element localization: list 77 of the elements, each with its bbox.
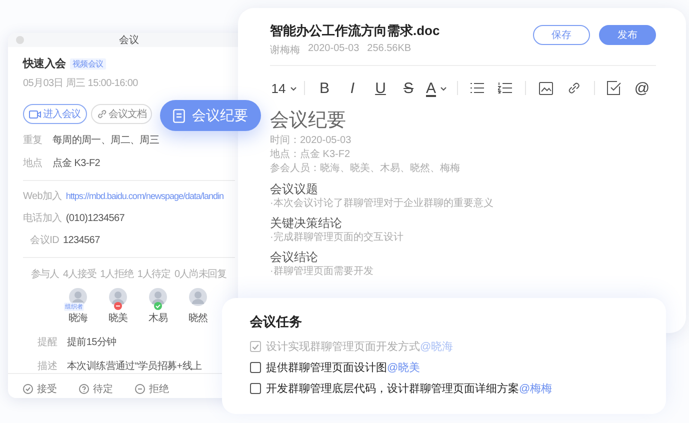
field-value: 每周的周一、周二、周三 <box>52 134 160 147</box>
document-icon <box>173 108 185 122</box>
question-circle-icon <box>79 384 89 394</box>
checkbox[interactable] <box>250 362 261 373</box>
meta-line: 时间：2020-05-03 <box>270 134 352 148</box>
document-heading: 会议纪要 <box>270 110 347 132</box>
section-heading: 会议议题 <box>270 182 319 196</box>
mention-button[interactable]: @ <box>628 78 656 98</box>
video-camera-icon <box>29 110 41 118</box>
chevron-down-icon <box>290 86 297 90</box>
bullet-list-icon <box>470 82 484 94</box>
document-date: 2020-05-03 <box>308 43 360 56</box>
decline-button[interactable]: 拒绝 <box>135 382 169 396</box>
image-icon <box>538 82 552 94</box>
checkbox[interactable] <box>250 383 261 394</box>
field-label: 会议ID <box>29 234 59 247</box>
minus-circle-icon <box>135 384 145 394</box>
meta-line: 地点：点金 K3-F2 <box>270 148 352 162</box>
participant-name: 晓海 <box>68 312 88 325</box>
task-text: 开发群聊管理底层代码，设计群聊管理页面详细方案@梅梅 <box>266 382 552 396</box>
field-label: 地点 <box>23 156 42 170</box>
save-button[interactable]: 保存 <box>533 25 590 45</box>
meeting-time: 05月03日 周三 15:00-16:00 <box>23 77 139 90</box>
window-title: 会议 <box>118 34 140 47</box>
italic-button[interactable]: I <box>338 78 366 98</box>
numbered-list-icon <box>498 82 512 94</box>
section-heading: 关键决策结论 <box>270 216 343 230</box>
author-name: 谢梅梅 <box>270 44 300 57</box>
field-value: 提前15分钟 <box>67 336 116 349</box>
meta-line: 参会人员：晓海、晓美、木易、晓然、梅梅 <box>270 162 461 176</box>
participant-count: 1人待定 <box>137 268 171 281</box>
font-size-dropdown[interactable]: 14 <box>270 78 298 98</box>
field-value: 点金 K3-F2 <box>52 156 100 170</box>
field-label: Web加入 <box>23 190 62 203</box>
section-item: ·群聊管理页面需要开发 <box>270 266 374 278</box>
card-title: 会议任务 <box>250 313 303 331</box>
task-text: 设计实现群聊管理页面开发方式@晓海 <box>266 340 454 354</box>
tag: 视频会议 <box>70 58 106 70</box>
strike-button[interactable]: S <box>394 78 422 98</box>
meeting-docs-button[interactable]: 会议文档 <box>90 104 152 124</box>
participant-count: 4人接受 <box>63 268 96 281</box>
web-link[interactable]: https://mbd.baidu.com/newspage/data/landin <box>66 191 224 201</box>
field-label: 提醒 <box>36 336 57 349</box>
field-value: 1234567 <box>63 234 100 246</box>
link-icon <box>96 109 107 119</box>
publish-button[interactable]: 发布 <box>599 25 656 45</box>
participant-name: 晓美 <box>108 312 128 325</box>
checkbox-icon <box>607 81 621 95</box>
meeting-title: 快速入会 <box>23 56 66 71</box>
join-meeting-button[interactable]: 进入会议 <box>23 104 87 124</box>
chevron-down-icon <box>440 86 448 90</box>
field-label: 电话加入 <box>23 212 62 225</box>
text-color-button[interactable]: A <box>422 78 450 98</box>
task-text: 提供群聊管理页面设计图@晓美 <box>266 360 420 375</box>
participant-count: 1人拒绝 <box>100 268 134 281</box>
document-title: 智能办公工作流方向需求.doc <box>270 22 440 40</box>
link-icon <box>566 81 580 95</box>
participant-name: 晓然 <box>188 312 208 325</box>
field-label: 参与人 <box>30 268 59 281</box>
field-label: 重复 <box>23 134 42 147</box>
meeting-notes-button[interactable]: 会议纪要 <box>160 100 261 131</box>
field-value: (010)1234567 <box>66 212 124 224</box>
field-value: 本次训练营通过“学员招募+线上 <box>67 360 202 373</box>
checkbox[interactable] <box>250 341 261 352</box>
section-heading: 会议结论 <box>270 250 319 264</box>
accept-button[interactable]: 接受 <box>23 382 57 396</box>
field-label: 描述 <box>36 360 57 373</box>
check-circle-icon <box>23 384 33 394</box>
section-item: ·本次会议讨论了群聊管理对于企业群聊的重要意义 <box>270 198 494 210</box>
underline-button[interactable]: U <box>366 78 394 98</box>
participant-name: 木易 <box>148 312 168 325</box>
section-item: ·完成群聊管理页面的交互设计 <box>270 232 404 244</box>
file-size: 256.56KB <box>367 43 412 56</box>
window-control-icon <box>16 36 24 44</box>
bold-button[interactable]: B <box>310 78 338 98</box>
tentative-button[interactable]: 待定 <box>79 382 113 396</box>
participant-count: 0人尚未回复 <box>174 268 226 281</box>
